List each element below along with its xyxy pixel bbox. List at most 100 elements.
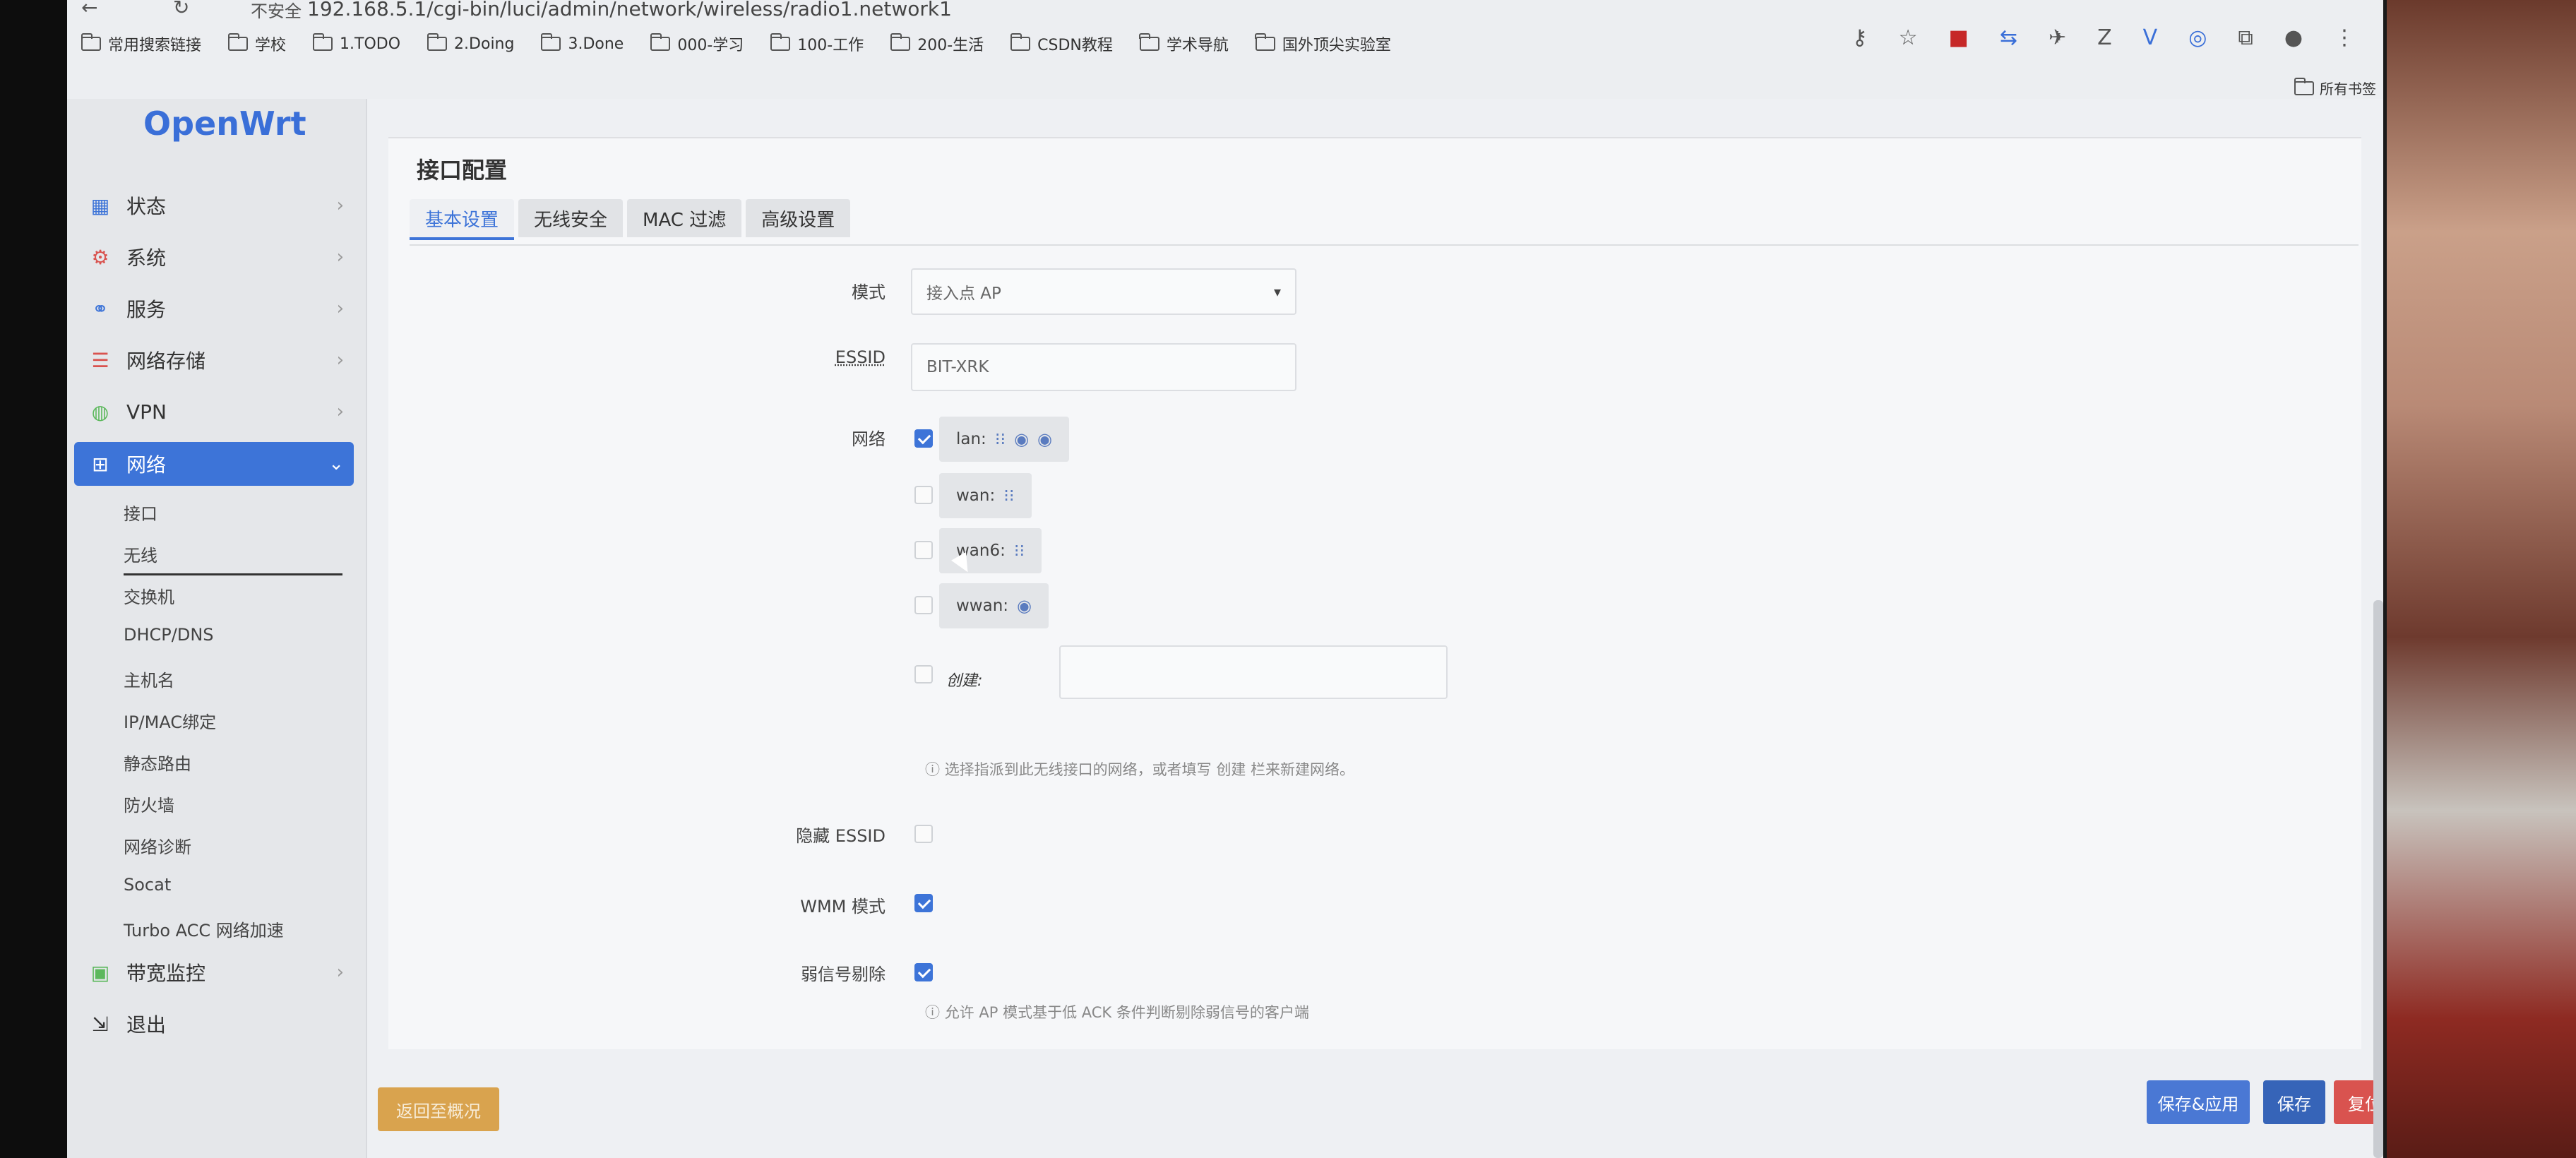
back-to-overview-button[interactable]: 返回至概况 (378, 1087, 499, 1131)
network-lan-checkbox[interactable] (914, 429, 933, 448)
url-text[interactable]: 192.168.5.1/cgi-bin/luci/admin/network/w… (307, 0, 952, 20)
database-icon: ☰ (91, 348, 109, 372)
bookmark-folder[interactable]: 常用搜索链接 (80, 32, 201, 55)
bookmark-folder[interactable]: 100-工作 (770, 32, 864, 55)
sidebar-sub-hostnames[interactable]: 主机名 (124, 667, 174, 691)
hide-essid-checkbox[interactable] (914, 825, 933, 843)
sidebar-item-status[interactable]: ▦ 状态 › (74, 184, 354, 227)
logo[interactable]: OpenWrt (143, 105, 306, 143)
network-label: 网络 (852, 429, 886, 449)
tab-basic[interactable]: 基本设置 (410, 199, 515, 240)
puzzle-icon[interactable]: ⧉ (2238, 25, 2253, 50)
weak-signal-label: 弱信号剔除 (801, 965, 886, 984)
bookmark-folder[interactable]: CSDN教程 (1010, 32, 1113, 55)
folder-icon (427, 33, 448, 51)
address-bar[interactable]: ← ↻ 不安全 192.168.5.1/cgi-bin/luci/admin/n… (67, 0, 2383, 25)
all-bookmarks[interactable]: 所有书签 (2294, 77, 2376, 98)
sidebar-item-services[interactable]: ⚭ 服务 › (74, 287, 354, 330)
back-icon[interactable]: ← (81, 0, 97, 19)
browser-screen: ← ↻ 不安全 192.168.5.1/cgi-bin/luci/admin/n… (67, 0, 2383, 1158)
interface-config-panel: 接口配置 基本设置 无线安全 MAC 过滤 高级设置 模式 接入点 AP ▾ E… (388, 137, 2361, 1049)
network-hint: ⓘ 选择指派到此无线接口的网络，或者填写 创建 栏来新建网络。 (925, 761, 1355, 778)
extension-z-icon[interactable]: Z (2097, 25, 2112, 50)
bookmarks-bar: 常用搜索链接 学校 1.TODO 2.Doing 3.Done 000-学习 1… (80, 32, 1391, 55)
sidebar-sub-socat[interactable]: Socat (124, 875, 171, 895)
chevron-right-icon: › (336, 350, 344, 371)
network-wan-checkbox[interactable] (914, 486, 933, 504)
extension-globe-icon[interactable]: ◎ (2188, 25, 2207, 50)
profile-icon[interactable]: ● (2284, 25, 2303, 50)
sidebar-item-storage[interactable]: ☰ 网络存储 › (74, 338, 354, 382)
translate-icon[interactable]: ⇆ (2000, 25, 2017, 50)
sidebar-sub-turboacc[interactable]: Turbo ACC 网络加速 (124, 917, 284, 941)
more-icon[interactable]: ⋮ (2334, 25, 2355, 50)
wifi-icon: ◉ (1017, 596, 1032, 616)
create-network-input[interactable] (1059, 645, 1448, 699)
network-wan6-checkbox[interactable] (914, 541, 933, 559)
key-icon[interactable]: ⚷ (1852, 25, 1868, 50)
tab-advanced[interactable]: 高级设置 (746, 199, 851, 237)
essid-input[interactable]: BIT-XRK (911, 343, 1296, 391)
bookmark-folder[interactable]: 3.Done (540, 32, 624, 55)
sidebar-sub-interfaces[interactable]: 接口 (124, 500, 157, 525)
sidebar-item-vpn[interactable]: ◍ VPN › (74, 390, 354, 434)
dashboard-icon: ▦ (90, 193, 110, 217)
star-icon[interactable]: ☆ (1899, 25, 1918, 50)
mode-select[interactable]: 接入点 AP ▾ (911, 268, 1296, 315)
create-label: 创建: (946, 672, 983, 690)
network-create-checkbox[interactable] (914, 665, 933, 684)
tab-bar: 基本设置 无线安全 MAC 过滤 高级设置 (410, 199, 851, 240)
bookmark-folder[interactable]: 1.TODO (312, 32, 400, 55)
mode-label: 模式 (852, 282, 886, 302)
ethernet-icon: ⁝⁝ (994, 429, 1006, 449)
hide-essid-label: 隐藏 ESSID (796, 826, 886, 846)
sidebar-sub-ipmac[interactable]: IP/MAC绑定 (124, 708, 216, 733)
bookmark-folder[interactable]: 000-学习 (650, 32, 744, 55)
save-button[interactable]: 保存 (2263, 1080, 2325, 1124)
sidebar-sub-dhcp[interactable]: DHCP/DNS (124, 625, 214, 645)
chevron-right-icon: › (336, 962, 344, 983)
bookmark-folder[interactable]: 200-生活 (890, 32, 984, 55)
logout-icon: ⇲ (92, 1012, 109, 1036)
sidebar-sub-wireless[interactable]: 无线 (124, 542, 342, 575)
extension-v-icon[interactable]: V (2143, 25, 2158, 50)
folder-icon (540, 33, 561, 51)
network-chip-wan: wan: ⁝⁝ (939, 473, 1032, 518)
extension-bird-icon[interactable]: ✈ (2049, 25, 2066, 50)
network-wwan-checkbox[interactable] (914, 596, 933, 614)
gear-icon: ⚙ (91, 245, 109, 269)
section-title: 接口配置 (417, 157, 508, 184)
sidebar-sub-firewall[interactable]: 防火墙 (124, 792, 174, 816)
sidebar-item-logout[interactable]: ⇲ 退出 (74, 1002, 354, 1046)
sidebar-sub-switch[interactable]: 交换机 (124, 583, 174, 608)
weak-signal-hint: ⓘ 允许 AP 模式基于低 ACK 条件判断剔除弱信号的客户端 (925, 1004, 1309, 1021)
ethernet-icon: ⁝⁝ (1013, 541, 1025, 561)
weak-signal-checkbox[interactable] (914, 963, 933, 981)
sidebar: OpenWrt ▦ 状态 › ⚙ 系统 › ⚭ 服务 › ☰ 网络存储 › ◍ … (67, 99, 367, 1158)
sidebar-sub-routes[interactable]: 静态路由 (124, 750, 191, 775)
security-indicator[interactable]: 不安全 (251, 0, 302, 22)
sidebar-sub-diagnostics[interactable]: 网络诊断 (124, 833, 191, 858)
sidebar-item-network[interactable]: ⊞ 网络 ⌄ (74, 442, 354, 486)
bookmark-folder[interactable]: 国外顶尖实验室 (1255, 32, 1391, 55)
sidebar-item-bandwidth[interactable]: ▣ 带宽监控 › (74, 950, 354, 994)
tab-mac-filter[interactable]: MAC 过滤 (627, 199, 742, 237)
folder-icon (80, 33, 101, 51)
sidebar-item-system[interactable]: ⚙ 系统 › (74, 235, 354, 279)
bookmark-folder[interactable]: 2.Doing (427, 32, 514, 55)
folder-icon (1010, 33, 1031, 51)
monitor-bezel (0, 0, 67, 1158)
bookmark-folder[interactable]: 学术导航 (1139, 32, 1229, 55)
services-icon: ⚭ (92, 297, 109, 321)
save-apply-button[interactable]: 保存&应用 (2147, 1080, 2250, 1124)
main-content: 接口配置 基本设置 无线安全 MAC 过滤 高级设置 模式 接入点 AP ▾ E… (367, 99, 2383, 1158)
wmm-checkbox[interactable] (914, 894, 933, 912)
background-desk (2387, 0, 2576, 1158)
scrollbar[interactable] (2373, 600, 2383, 1158)
tab-security[interactable]: 无线安全 (518, 199, 624, 237)
folder-icon (312, 33, 333, 51)
extension-red-icon[interactable]: ■ (1948, 25, 1968, 50)
reload-icon[interactable]: ↻ (173, 0, 189, 19)
folder-icon (650, 33, 671, 51)
bookmark-folder[interactable]: 学校 (227, 32, 286, 55)
